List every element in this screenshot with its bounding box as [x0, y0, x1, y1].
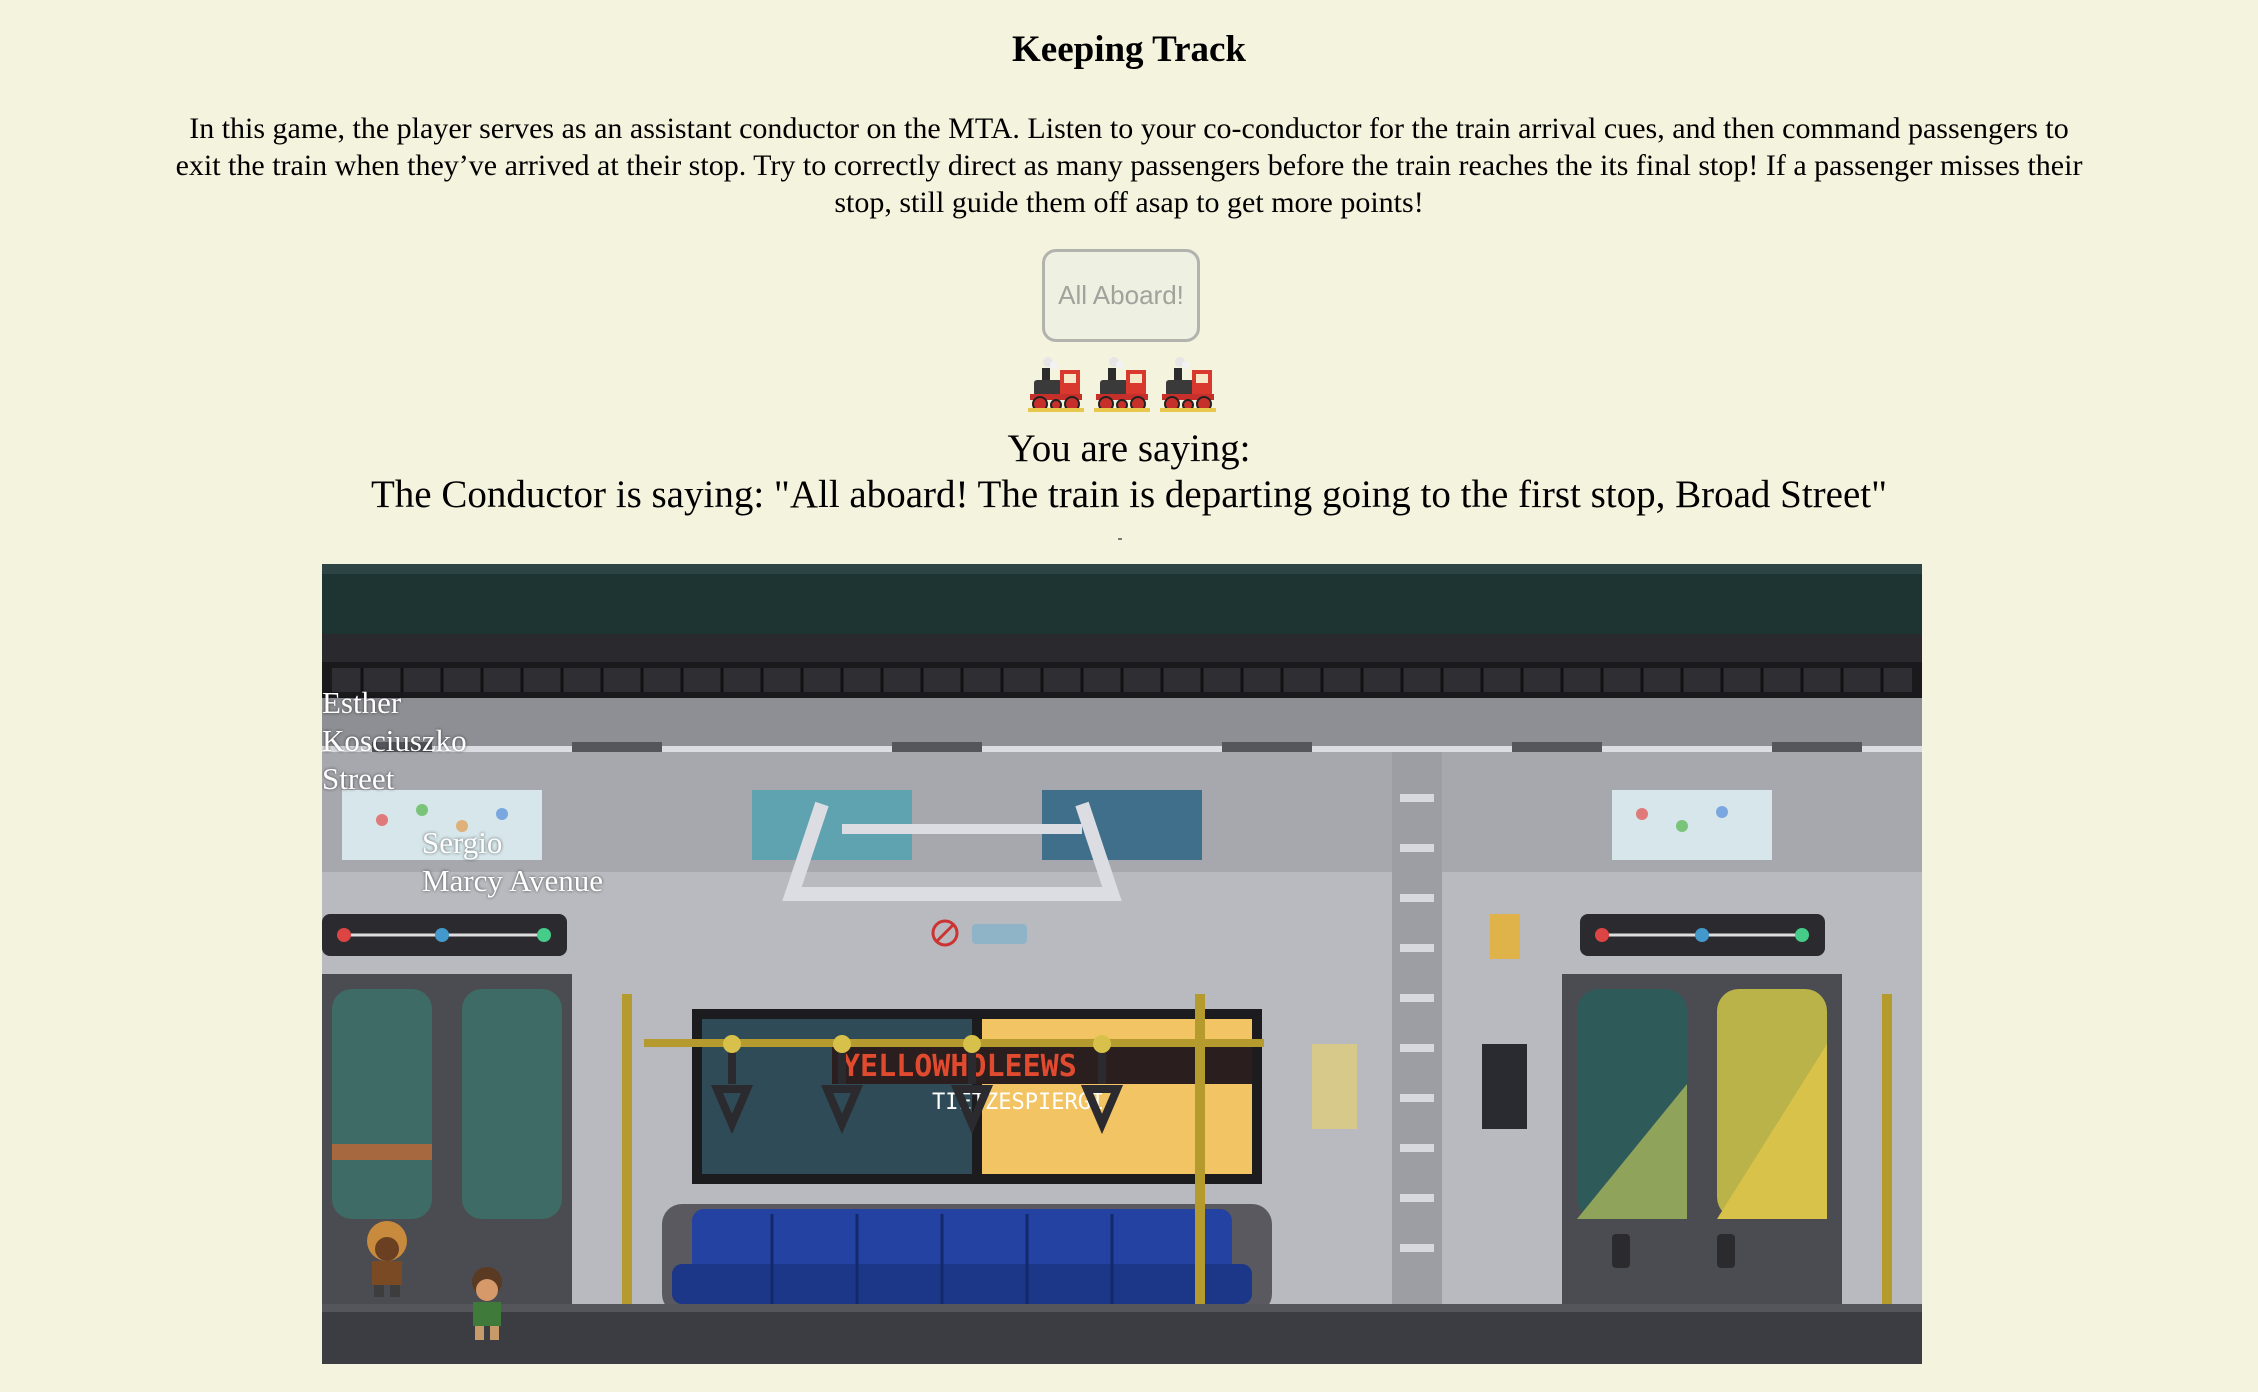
- passenger-label-esther: Esther Kosciuszko Street: [322, 684, 467, 798]
- player-speech: You are saying:: [1007, 427, 1251, 470]
- passenger-destination: Kosciuszko: [322, 723, 467, 758]
- subway-car-illustration: YELLOWHOLEEWS TIETZESPIERGI: [322, 564, 1922, 1364]
- subway-car-scene: YELLOWHOLEEWS TIETZESPIERGI Esther Kosci…: [322, 564, 1922, 1364]
- passenger-sprite-esther[interactable]: [352, 1219, 422, 1299]
- game-instructions: In this game, the player serves as an as…: [175, 112, 2083, 219]
- passenger-destination: Street: [322, 761, 395, 796]
- passenger-destination: Marcy Avenue: [422, 863, 604, 898]
- train-indicator: [1026, 356, 1222, 416]
- divider-mark: [1118, 538, 1122, 540]
- passenger-name: Esther: [322, 685, 402, 720]
- steam-locomotive-icon: [1160, 357, 1216, 412]
- page-title: Keeping Track: [1012, 29, 1246, 70]
- steam-locomotive-icon: [1028, 357, 1084, 412]
- passenger-label-sergio: Sergio Marcy Avenue: [422, 824, 603, 900]
- all-aboard-button[interactable]: All Aboard!: [1042, 249, 1200, 342]
- steam-locomotive-icon: [1094, 357, 1150, 412]
- passenger-sprite-sergio[interactable]: [457, 1264, 517, 1344]
- marquee-sign: YELLOWHOLEEWS: [842, 1049, 1077, 1084]
- conductor-speech: The Conductor is saying: "All aboard! Th…: [370, 473, 1888, 516]
- passenger-name: Sergio: [422, 825, 503, 860]
